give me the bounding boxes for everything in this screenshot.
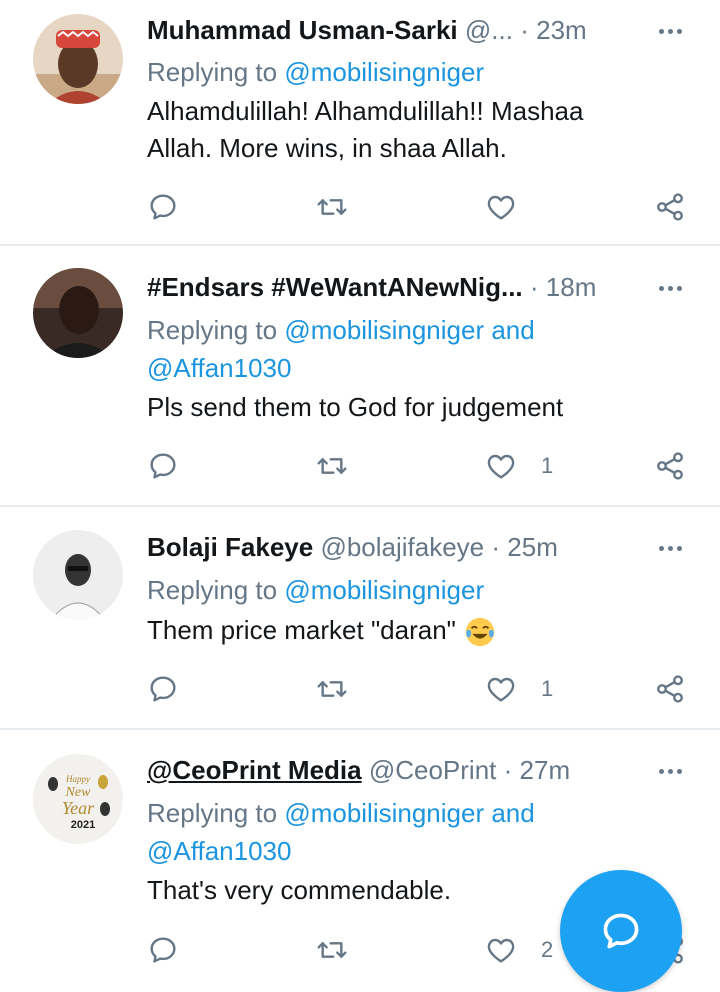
action-bar: 1 bbox=[0, 446, 720, 486]
like-button[interactable]: 1 bbox=[485, 669, 553, 709]
reply-icon bbox=[147, 191, 179, 223]
reply-button[interactable] bbox=[147, 930, 179, 970]
compose-reply-button[interactable] bbox=[560, 870, 682, 992]
share-icon bbox=[654, 673, 686, 705]
like-count: 1 bbox=[541, 676, 554, 701]
heart-icon bbox=[485, 934, 517, 966]
share-button[interactable] bbox=[654, 187, 686, 227]
display-name[interactable]: #Endsars #WeWantANewNig... bbox=[147, 272, 523, 302]
retweet-button[interactable] bbox=[316, 187, 348, 227]
like-button[interactable]: 1 bbox=[485, 446, 553, 486]
share-icon bbox=[654, 450, 686, 482]
display-name[interactable]: @CeoPrint Media bbox=[147, 755, 362, 785]
heart-icon bbox=[485, 673, 517, 705]
timestamp[interactable]: 23m bbox=[536, 15, 587, 45]
like-count: 1 bbox=[541, 453, 554, 478]
share-button[interactable] bbox=[654, 446, 686, 486]
separator-dot: · bbox=[520, 15, 529, 45]
replying-to-label: Replying to bbox=[147, 57, 278, 87]
retweet-icon bbox=[316, 934, 348, 966]
tweet-divider bbox=[0, 505, 720, 507]
svg-text:2021: 2021 bbox=[71, 819, 95, 831]
more-options-button[interactable] bbox=[652, 13, 688, 47]
user-handle[interactable]: @... bbox=[465, 15, 513, 45]
mention-link[interactable]: @mobilisingniger bbox=[284, 57, 484, 87]
heart-icon bbox=[485, 450, 517, 482]
more-options-button[interactable] bbox=[652, 270, 688, 304]
like-button[interactable]: 2 bbox=[485, 930, 553, 970]
separator-dot: · bbox=[503, 755, 513, 785]
user-handle[interactable]: @CeoPrint bbox=[369, 755, 497, 785]
avatar[interactable] bbox=[33, 530, 123, 620]
timestamp[interactable]: 18m bbox=[546, 272, 597, 302]
more-icon bbox=[657, 761, 684, 779]
reply-button[interactable] bbox=[147, 187, 179, 227]
more-options-button[interactable] bbox=[652, 530, 688, 564]
replying-to-label: Replying to bbox=[147, 315, 278, 345]
retweet-icon bbox=[316, 450, 348, 482]
mention-link[interactable]: @mobilisingniger and bbox=[284, 798, 534, 828]
replying-to: Replying to @mobilisingniger bbox=[147, 53, 607, 91]
more-options-button[interactable] bbox=[652, 753, 688, 787]
retweet-icon bbox=[316, 673, 348, 705]
like-count: 2 bbox=[541, 937, 554, 962]
reply-icon bbox=[147, 934, 179, 966]
reply-button[interactable] bbox=[147, 669, 179, 709]
tweet-divider bbox=[0, 728, 720, 730]
reply-icon bbox=[147, 450, 179, 482]
reply-button[interactable] bbox=[147, 446, 179, 486]
mention-link-2[interactable]: @Affan1030 bbox=[147, 353, 291, 383]
tears-of-joy-emoji: 😂 bbox=[465, 617, 495, 647]
tweet-divider bbox=[0, 244, 720, 246]
tweet-header: #Endsars #WeWantANewNig... · 18m bbox=[147, 270, 650, 304]
mention-link-2[interactable]: @Affan1030 bbox=[147, 836, 291, 866]
action-bar: 1 bbox=[0, 669, 720, 709]
more-icon bbox=[657, 278, 684, 296]
tweet-text: Alhamdulillah! Alhamdulillah!! Mashaa Al… bbox=[147, 96, 584, 163]
display-name[interactable]: Muhammad Usman-Sarki bbox=[147, 15, 458, 45]
tweet-text-container: Them price market "daran" 😂 bbox=[147, 612, 647, 649]
more-icon bbox=[657, 21, 684, 39]
more-icon bbox=[657, 538, 684, 556]
separator-dot: · bbox=[529, 272, 539, 302]
tweet-text: Them price market "daran" bbox=[147, 615, 456, 645]
replying-to-label: Replying to bbox=[147, 575, 278, 605]
separator-dot: · bbox=[491, 532, 501, 562]
display-name[interactable]: Bolaji Fakeye bbox=[147, 532, 313, 562]
mention-link[interactable]: @mobilisingniger and bbox=[284, 315, 534, 345]
retweet-button[interactable] bbox=[316, 446, 348, 486]
avatar[interactable] bbox=[33, 268, 123, 358]
retweet-icon bbox=[316, 191, 348, 223]
share-icon bbox=[654, 191, 686, 223]
tweet-header: Muhammad Usman-Sarki @... · 23m bbox=[147, 13, 650, 47]
replying-to-label: Replying to bbox=[147, 798, 278, 828]
avatar[interactable] bbox=[33, 14, 123, 104]
like-button[interactable] bbox=[485, 187, 541, 227]
tweet-header: Bolaji Fakeye @bolajifakeye · 25m bbox=[147, 530, 650, 564]
tweet-text: Pls send them to God for judgement bbox=[147, 392, 564, 422]
replying-to: Replying to @mobilisingniger and @Affan1… bbox=[147, 311, 607, 387]
share-button[interactable] bbox=[654, 669, 686, 709]
svg-text:Year: Year bbox=[62, 798, 95, 818]
retweet-button[interactable] bbox=[316, 669, 348, 709]
timestamp[interactable]: 27m bbox=[520, 755, 571, 785]
replying-to: Replying to @mobilisingniger and @Affan1… bbox=[147, 794, 607, 870]
tweet-header: @CeoPrint Media @CeoPrint · 27m bbox=[147, 753, 650, 787]
timestamp[interactable]: 25m bbox=[507, 532, 558, 562]
reply-icon bbox=[147, 673, 179, 705]
action-bar bbox=[0, 187, 720, 227]
mention-link[interactable]: @mobilisingniger bbox=[284, 575, 484, 605]
svg-text:Happy: Happy bbox=[65, 774, 90, 784]
avatar[interactable]: Happy New Year 2021 bbox=[33, 754, 123, 844]
compose-reply-icon bbox=[603, 913, 639, 949]
retweet-button[interactable] bbox=[316, 930, 348, 970]
user-handle[interactable]: @bolajifakeye bbox=[320, 532, 484, 562]
replying-to: Replying to @mobilisingniger bbox=[147, 571, 607, 609]
heart-icon bbox=[485, 191, 517, 223]
